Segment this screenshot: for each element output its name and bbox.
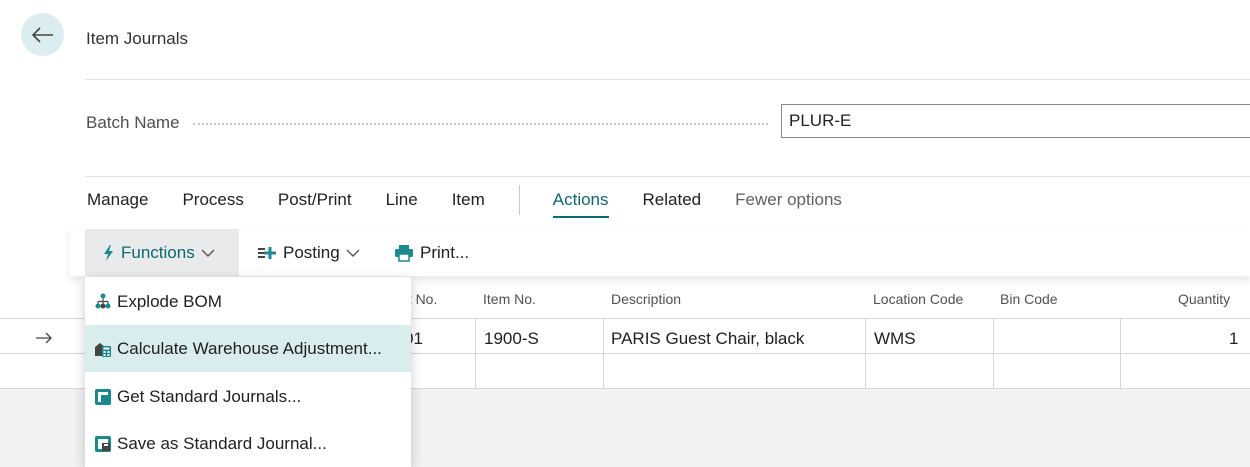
batch-name-field[interactable] xyxy=(781,104,1250,138)
cell-description[interactable]: PARIS Guest Chair, black xyxy=(611,329,804,349)
menu-item-label: Explode BOM xyxy=(117,291,222,311)
bom-tree-icon xyxy=(93,292,113,312)
grid-column-divider xyxy=(993,318,994,389)
functions-label: Functions xyxy=(121,243,195,262)
header-divider xyxy=(85,79,1250,80)
tab-post-print[interactable]: Post/Print xyxy=(278,190,352,216)
printer-icon xyxy=(394,244,414,262)
tab-actions[interactable]: Actions xyxy=(552,190,609,218)
section-divider xyxy=(85,176,1250,177)
print-button[interactable]: Print... xyxy=(394,229,469,277)
menu-item-save-as-standard-journal[interactable]: Save as Standard Journal... xyxy=(85,420,411,467)
functions-button[interactable]: Functions xyxy=(85,229,239,277)
tab-separator xyxy=(518,185,520,215)
tab-process[interactable]: Process xyxy=(182,190,243,216)
menu-item-calculate-warehouse-adjustment[interactable]: Calculate Warehouse Adjustment... xyxy=(85,325,411,372)
fewer-options-button[interactable]: Fewer options xyxy=(735,190,842,216)
column-header-item-no[interactable]: Item No. xyxy=(483,291,536,307)
tab-item[interactable]: Item xyxy=(452,190,485,216)
column-header-quantity[interactable]: Quantity xyxy=(1178,291,1230,307)
grid-column-divider xyxy=(603,318,604,389)
chevron-down-icon xyxy=(346,249,360,258)
menu-item-label: Get Standard Journals... xyxy=(117,386,302,406)
action-tabs: Manage Process Post/Print Line Item Acti… xyxy=(87,185,876,218)
grid-column-divider xyxy=(865,318,866,389)
column-header-description[interactable]: Description xyxy=(611,291,681,307)
standard-journal-get-icon xyxy=(93,387,113,407)
menu-item-label: Calculate Warehouse Adjustment... xyxy=(117,338,382,358)
lightning-icon xyxy=(103,245,115,261)
batch-name-label: Batch Name xyxy=(86,113,180,132)
page-title: Item Journals xyxy=(86,29,189,48)
current-row-arrow-icon xyxy=(35,331,53,349)
column-header-location-code[interactable]: Location Code xyxy=(873,291,963,307)
back-button[interactable] xyxy=(21,13,64,56)
cell-quantity[interactable]: 1 xyxy=(1229,329,1238,349)
tab-line[interactable]: Line xyxy=(386,190,418,216)
standard-journal-save-icon xyxy=(93,434,113,454)
batch-name-leader-dots xyxy=(193,123,768,125)
print-label: Print... xyxy=(420,243,470,262)
menu-item-get-standard-journals[interactable]: Get Standard Journals... xyxy=(85,373,411,420)
tab-manage[interactable]: Manage xyxy=(87,190,148,216)
chevron-down-icon xyxy=(201,249,215,258)
posting-label: Posting xyxy=(283,243,340,262)
menu-item-label: Save as Standard Journal... xyxy=(117,433,327,453)
warehouse-calc-icon xyxy=(93,339,113,359)
posting-button[interactable]: Posting xyxy=(257,229,360,277)
functions-menu: Explode BOM Calculate Warehouse Adjustme… xyxy=(85,277,411,467)
grid-column-divider xyxy=(1120,318,1121,389)
posting-icon xyxy=(257,245,277,261)
menu-item-explode-bom[interactable]: Explode BOM xyxy=(85,278,411,325)
cell-location-code[interactable]: WMS xyxy=(874,329,916,349)
back-arrow-icon xyxy=(31,26,53,43)
tab-related[interactable]: Related xyxy=(643,190,702,216)
cell-item-no[interactable]: 1900-S xyxy=(484,329,539,349)
action-toolbar xyxy=(70,226,1250,276)
grid-column-divider xyxy=(475,318,476,389)
column-header-bin-code[interactable]: Bin Code xyxy=(1000,291,1058,307)
